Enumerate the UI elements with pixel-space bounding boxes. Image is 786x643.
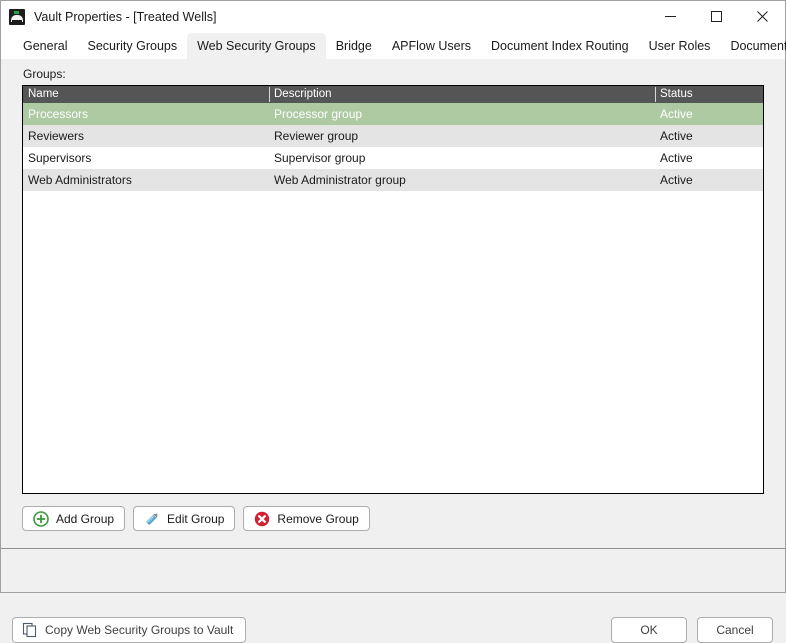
tab-general[interactable]: General [13,33,77,59]
cell-description: Reviewer group [274,129,359,143]
add-group-label: Add Group [56,511,115,526]
cell-description: Processor group [274,107,363,121]
tab-web-security-groups[interactable]: Web Security Groups [187,33,326,59]
cell-name: Processors [28,107,89,121]
tab-security-groups[interactable]: Security Groups [77,33,187,59]
tab-apflow-users[interactable]: APFlow Users [382,33,481,59]
close-icon[interactable] [739,1,785,32]
pencil-icon [144,511,160,527]
column-header-status[interactable]: Status [655,86,763,103]
dialog-buttons: OK Cancel [611,617,773,643]
dialog-footer: Copy Web Security Groups to Vault OK Can… [1,549,785,643]
groups-list[interactable]: Name Description Status Processors Proce… [22,85,764,494]
ok-button[interactable]: OK [611,617,687,643]
window-title: Vault Properties - [Treated Wells] [34,9,217,24]
add-circle-icon [33,510,49,527]
cell-description: Supervisor group [274,151,366,165]
column-header-name[interactable]: Name [23,86,269,103]
tab-document-publishing[interactable]: Document Publishing [720,33,786,59]
cell-status: Active [660,151,693,165]
groups-label: Groups: [23,67,66,81]
minimize-icon[interactable] [647,1,693,32]
cell-name: Web Administrators [28,173,132,187]
cell-name: Reviewers [28,129,85,143]
cell-name: Supervisors [28,151,92,165]
remove-group-label: Remove Group [277,511,359,526]
tab-bar: General Security Groups Web Security Gro… [1,32,786,59]
copy-web-security-groups-button[interactable]: Copy Web Security Groups to Vault [12,617,247,643]
copy-icon [22,622,38,638]
group-actions: Add Group Edit Group Remove Group [22,506,370,531]
tab-panel-web-security-groups: Groups: Name Description Status Processo… [1,59,785,643]
maximize-icon[interactable] [693,1,739,32]
window-controls [647,1,785,32]
cancel-button[interactable]: Cancel [697,617,773,643]
table-row[interactable]: Supervisors Supervisor group Active [23,147,763,169]
remove-circle-icon [254,511,270,527]
remove-group-button[interactable]: Remove Group [243,506,370,531]
edit-group-button[interactable]: Edit Group [133,506,236,531]
table-row[interactable]: Processors Processor group Active [23,103,763,125]
cell-status: Active [660,173,693,187]
copy-button-label: Copy Web Security Groups to Vault [45,623,234,637]
vault-app-icon [9,8,25,25]
cell-description: Web Administrator group [274,173,406,187]
groups-list-header: Name Description Status [23,86,763,103]
edit-group-label: Edit Group [167,511,225,526]
cell-status: Active [660,129,693,143]
title-bar: Vault Properties - [Treated Wells] [1,1,785,32]
table-row[interactable]: Web Administrators Web Administrator gro… [23,169,763,191]
column-header-description[interactable]: Description [269,86,655,103]
vault-properties-window: Vault Properties - [Treated Wells] Gener… [0,0,786,643]
tab-document-index-routing[interactable]: Document Index Routing [481,33,639,59]
tab-user-roles[interactable]: User Roles [639,33,721,59]
tab-bridge[interactable]: Bridge [326,33,382,59]
add-group-button[interactable]: Add Group [22,506,126,531]
table-row[interactable]: Reviewers Reviewer group Active [23,125,763,147]
cell-status: Active [660,107,693,121]
